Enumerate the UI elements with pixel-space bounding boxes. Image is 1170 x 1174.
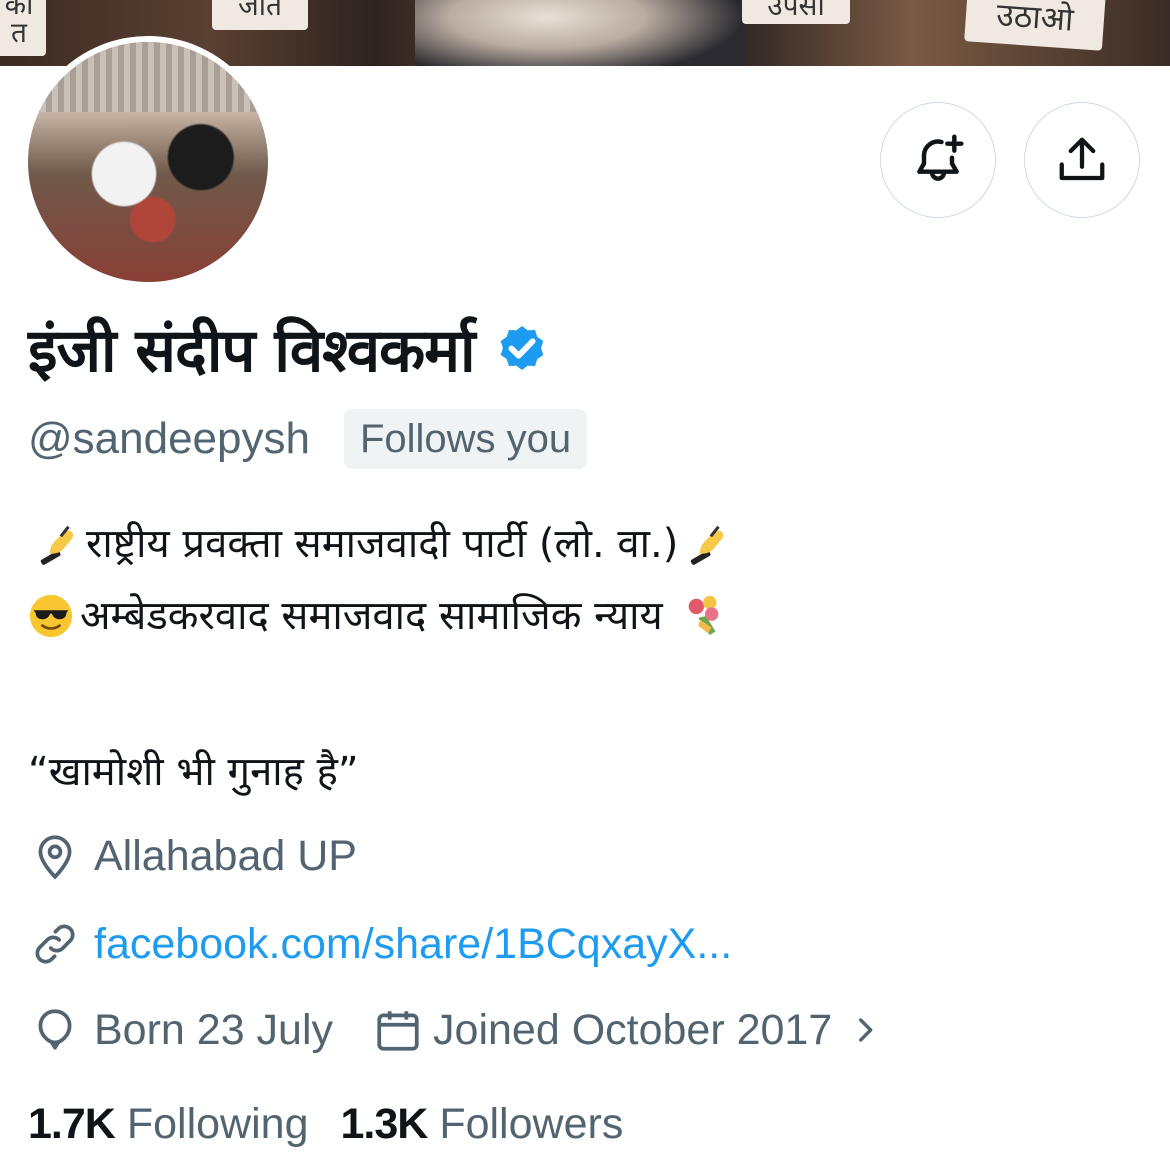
share-button[interactable]: [1024, 102, 1140, 218]
banner-sign: उपसा: [742, 0, 850, 24]
location-row: Allahabad UP: [30, 826, 357, 886]
bouquet-emoji-icon: [688, 595, 719, 636]
avatar[interactable]: [28, 42, 268, 282]
display-name-row: इंजी संदीप विश्वकर्मा: [28, 298, 551, 398]
handle-row: @sandeepysh Follows you: [28, 404, 588, 474]
bio-line: अम्बेडकरवाद समाजवाद सामाजिक न्याय: [28, 580, 1128, 652]
joined-text: Joined October 2017: [433, 1005, 833, 1054]
following-stat[interactable]: 1.7K Following: [28, 1100, 308, 1149]
avatar-photo-ceiling: [28, 42, 268, 112]
bio-quote: “खामोशी भी गुनाह है”: [28, 749, 359, 795]
banner-sign: जात: [212, 0, 308, 30]
location-pin-icon: [38, 835, 72, 880]
bio-ideology: अम्बेडकरवाद समाजवाद सामाजिक न्याय: [80, 593, 663, 639]
followers-stat[interactable]: 1.3K Followers: [340, 1100, 623, 1149]
writing-hand-emoji-icon: [691, 525, 724, 565]
link-icon: [35, 924, 75, 964]
following-label: Following: [126, 1099, 309, 1148]
banner-person: [415, 0, 745, 66]
notify-button[interactable]: [880, 102, 996, 218]
following-count: 1.7K: [28, 1099, 116, 1148]
website-link[interactable]: facebook.com/share/1BCqxayX...: [94, 920, 732, 969]
sunglasses-emoji-icon: [29, 594, 73, 638]
display-name: इंजी संदीप विश्वकर्मा: [28, 316, 476, 386]
birthday-text: Born 23 July: [94, 1005, 334, 1054]
follow-stats: 1.7K Following 1.3K Followers: [28, 1094, 623, 1154]
share-icon: [1059, 137, 1105, 181]
location-text: Allahabad UP: [94, 831, 357, 880]
calendar-icon: [377, 1011, 419, 1051]
followers-label: Followers: [439, 1099, 624, 1148]
followers-count: 1.3K: [340, 1099, 428, 1148]
user-handle: @sandeepysh: [28, 414, 310, 463]
banner-sign: उठाओ: [964, 0, 1106, 51]
chevron-right-icon[interactable]: [848, 1010, 882, 1050]
bell-plus-icon: [917, 134, 964, 181]
follows-you-badge: Follows you: [343, 409, 588, 469]
bio-spacer: [28, 652, 1128, 724]
bio-line: राष्ट्रीय प्रवक्ता समाजवादी पार्टी (लो. …: [28, 508, 1128, 580]
website-row: facebook.com/share/1BCqxayX...: [30, 914, 732, 974]
verified-badge-icon[interactable]: [493, 319, 551, 377]
bio-title: राष्ट्रीय प्रवक्ता समाजवादी पार्टी (लो. …: [86, 521, 679, 567]
bio: राष्ट्रीय प्रवक्ता समाजवादी पार्टी (लो. …: [28, 508, 1128, 808]
balloon-icon: [38, 1009, 72, 1050]
writing-hand-emoji-icon: [40, 525, 74, 565]
dates-row: Born 23 July Joined October 2017: [30, 1000, 882, 1060]
